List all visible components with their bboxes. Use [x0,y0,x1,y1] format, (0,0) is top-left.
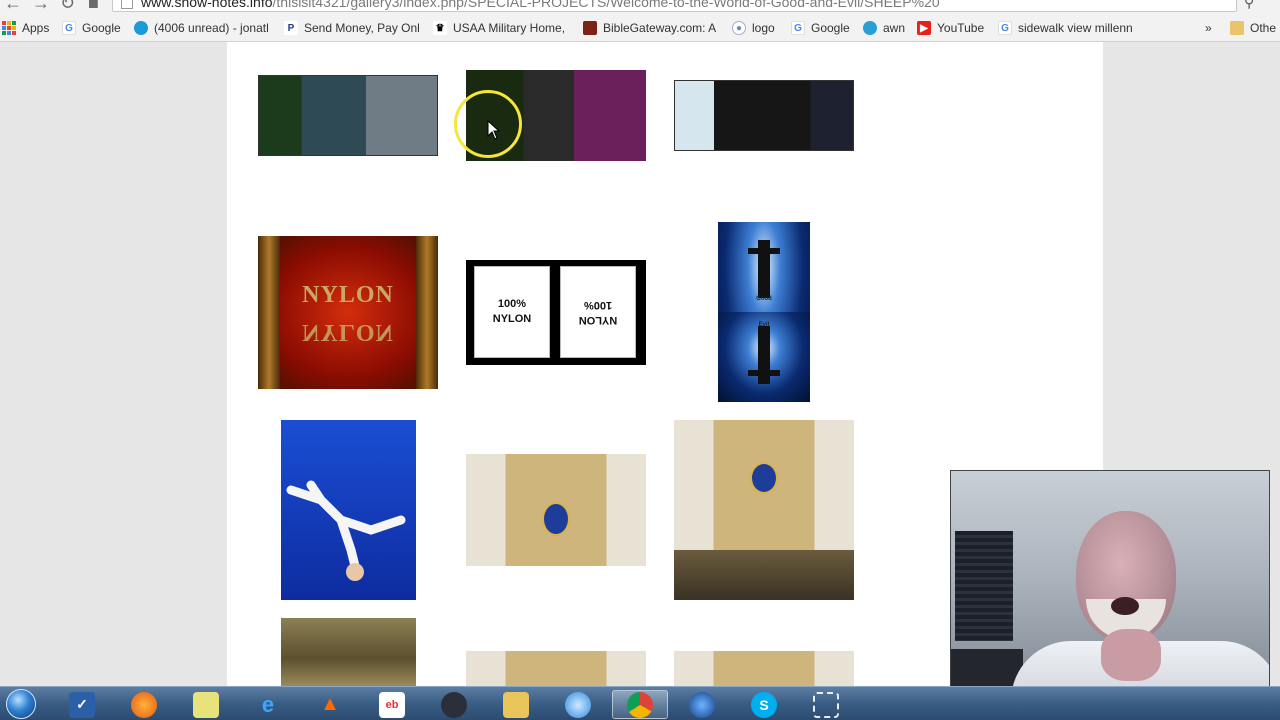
taskbar-file-explorer[interactable] [488,690,544,719]
address-bar[interactable]: www.show-notes.info/thisisit4321/gallery… [112,0,1237,12]
snipping-tool-icon [813,691,839,718]
bookmark-google[interactable]: G Google [62,19,121,37]
skype-icon: S [751,691,777,718]
gallery-thumb-altar-small[interactable] [466,454,646,566]
flame-icon: ▲ [320,693,340,715]
sticky-notes-icon [193,691,219,718]
bookmark-awn[interactable]: awn [863,19,905,37]
taskbar-skype[interactable]: S [736,690,792,719]
biblegateway-icon [583,21,597,35]
globe-icon: ● [732,21,746,35]
good-label: Good [756,296,772,302]
awn-icon [863,21,877,35]
task-manager-icon: ✓ [69,691,95,718]
taskbar-chrome[interactable] [612,690,668,719]
overflow-chevron-icon: » [1205,21,1212,35]
apps-grid-icon [2,21,16,35]
taskbar-task-manager[interactable]: ✓ [54,690,110,719]
bookmarks-overflow-button[interactable]: » [1205,19,1212,37]
nylon-text: NYLON [302,282,394,308]
youtube-icon: ▶ [917,21,931,35]
file-explorer-icon [503,691,529,718]
browser-toolbar: ← → ↻ ■ www.show-notes.info/thisisit4321… [0,0,1280,14]
gallery-thumb-column-detail[interactable] [281,618,416,686]
taskbar-flame-app[interactable]: ▲ [302,690,358,719]
back-arrow-icon[interactable]: ← [4,0,22,12]
nylon-label-right: NYLON 100% [560,266,636,358]
start-orb-icon [6,689,36,719]
bookmark-logo[interactable]: ● logo [732,19,775,37]
gallery-thumb-nylon-curtain[interactable]: NYLON NYLON [258,236,438,389]
bookmark-other[interactable]: Othe [1230,19,1280,37]
window-blinds [955,531,1013,641]
taskbar-sticky-notes[interactable] [178,690,234,719]
folder-icon [1230,21,1244,35]
gallery-thumb-good-evil-cross[interactable]: Good Evil [718,222,810,402]
gallery-thumb-nylon-label[interactable]: 100% NYLON NYLON 100% [466,260,646,365]
google-icon: G [791,21,805,35]
safari-compass-icon [565,691,591,718]
gallery-thumb-altar-crop-1[interactable] [466,651,646,686]
url-text: www.show-notes.info/thisisit4321/gallery… [141,0,940,10]
gallery-thumb-altar-crop-2[interactable] [674,651,854,686]
windows-taskbar: ✓ e ▲ eb S [0,686,1280,720]
firefox-icon [131,691,157,718]
mouse-pointer-icon [487,119,501,145]
skydiver-icon [286,480,406,581]
media-icon [441,691,467,718]
taskbar-internet-explorer[interactable]: e [240,690,296,719]
taskbar-safari[interactable] [550,690,606,719]
home-icon[interactable]: ■ [88,0,99,12]
bookmark-biblegateway[interactable]: BibleGateway.com: A [583,19,719,37]
nylon-label-left: 100% NYLON [474,266,550,358]
bookmarks-bar: Apps G Google (4006 unread) - jonatl P S… [0,14,1280,42]
usaa-icon: ♛ [433,21,447,35]
search-icon[interactable]: ⚲ [1244,0,1254,11]
bookmark-att-mail[interactable]: (4006 unread) - jonatl [134,19,270,37]
chrome-icon [627,691,653,718]
page-icon [121,0,133,9]
google-earth-icon [689,691,715,718]
bookmark-youtube[interactable]: ▶ YouTube [917,19,984,37]
taskbar-snipping-tool[interactable] [798,690,854,719]
reload-icon[interactable]: ↻ [60,0,75,12]
presenter-mouth [1111,597,1139,615]
google-icon: G [998,21,1012,35]
taskbar-media-app[interactable] [426,690,482,719]
bookmark-paypal[interactable]: P Send Money, Pay Onli [284,19,420,37]
att-icon [134,21,148,35]
gallery-thumb-serpent-bite-strip[interactable] [674,80,854,151]
bookmark-apps[interactable]: Apps [2,19,49,37]
nylon-mirrored-text: NYLON [302,319,394,345]
bookmark-google-2[interactable]: G Google [791,19,850,37]
gallery-thumb-skydiver[interactable] [281,420,416,600]
webcam-overlay [950,470,1270,710]
ebay-icon: eb [379,691,405,718]
taskbar-google-earth[interactable] [674,690,730,719]
google-icon: G [62,21,76,35]
gallery-thumb-altar-large[interactable] [674,420,854,600]
paypal-icon: P [284,21,298,35]
presenter-hand [1101,629,1161,681]
taskbar-firefox[interactable] [116,690,172,719]
bookmark-usaa[interactable]: ♛ USAA Military Home, [433,19,569,37]
gallery-thumb-serpent-bite-collage[interactable] [258,75,438,156]
forward-arrow-icon[interactable]: → [32,0,50,12]
internet-explorer-icon: e [261,691,275,717]
bookmark-sidewalk-view[interactable]: G sidewalk view millenn [998,19,1132,37]
start-button[interactable] [2,687,40,720]
taskbar-ebay[interactable]: eb [364,690,420,719]
